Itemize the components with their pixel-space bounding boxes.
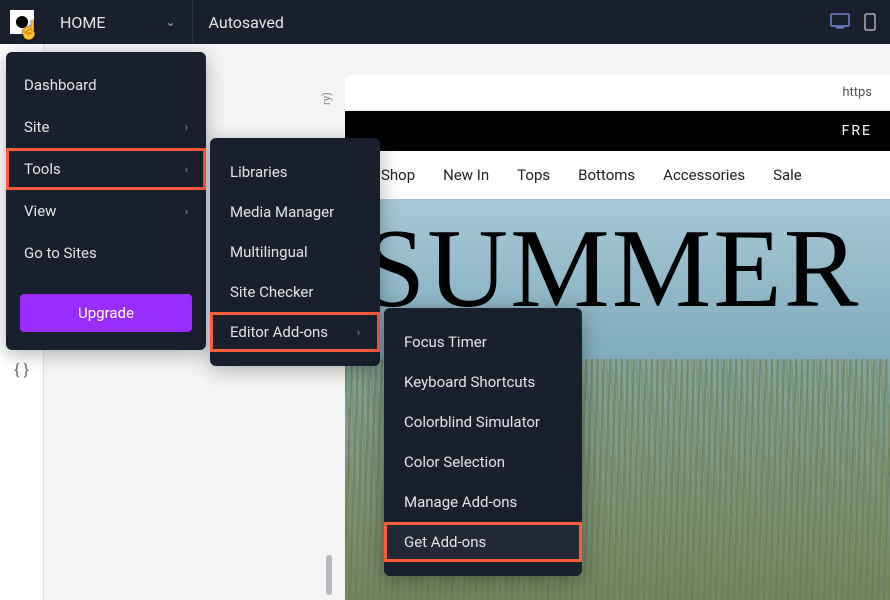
main-dropdown-menu: Dashboard Site › Tools › View › Go to Sites Upg… (6, 52, 206, 350)
addons-menu-item-focus-timer[interactable]: Focus Timer (384, 322, 582, 362)
menu-item-label: Site Checker (230, 283, 313, 301)
menu-item-label: Colorblind Simulator (404, 413, 540, 431)
tools-submenu: Libraries Media Manager Multilingual Site C… (210, 138, 380, 366)
preview-address-bar: https (345, 75, 890, 111)
autosaved-status: Autosaved (193, 13, 300, 32)
chevron-down-icon: ⌄ (165, 15, 175, 29)
menu-item-label: Manage Add-ons (404, 493, 517, 511)
menu-item-label: Media Manager (230, 203, 334, 221)
chevron-right-icon: › (357, 326, 360, 339)
upgrade-button[interactable]: Upgrade (20, 294, 192, 332)
menu-item-label: Keyboard Shortcuts (404, 373, 535, 391)
main-menu-item-site[interactable]: Site › (6, 106, 206, 148)
nav-item-shop[interactable]: Shop (381, 166, 415, 184)
nav-item-sale[interactable]: Sale (773, 166, 802, 184)
addons-menu-item-colorblind-simulator[interactable]: Colorblind Simulator (384, 402, 582, 442)
main-menu-item-go-to-sites[interactable]: Go to Sites (6, 232, 206, 274)
nav-item-tops[interactable]: Tops (517, 166, 550, 184)
code-braces-icon[interactable]: { } (14, 360, 29, 379)
chevron-right-icon: › (185, 121, 188, 134)
nav-item-bottoms[interactable]: Bottoms (578, 166, 635, 184)
menu-item-label: Tools (24, 160, 61, 178)
mobile-icon[interactable] (864, 13, 876, 31)
chevron-right-icon: › (185, 205, 188, 218)
menu-item-label: Libraries (230, 163, 288, 181)
tools-menu-item-editor-add-ons[interactable]: Editor Add-ons › (210, 312, 380, 352)
desktop-icon[interactable] (830, 13, 850, 29)
promo-strip: FRE (345, 111, 890, 151)
nav-item-accessories[interactable]: Accessories (663, 166, 745, 184)
tools-menu-item-libraries[interactable]: Libraries (210, 152, 380, 192)
menu-item-label: Get Add-ons (404, 533, 486, 551)
panel-vertical-label: ry) (320, 92, 333, 105)
menu-item-label: Editor Add-ons (230, 323, 328, 341)
url-fragment: https (842, 85, 872, 100)
addons-menu-item-manage-add-ons[interactable]: Manage Add-ons (384, 482, 582, 522)
addons-menu-item-get-add-ons[interactable]: Get Add-ons (384, 522, 582, 562)
main-menu-item-tools[interactable]: Tools › (6, 148, 206, 190)
app-logo[interactable]: ☝ (0, 0, 44, 44)
device-switcher (830, 13, 890, 31)
site-nav: Shop New In Tops Bottoms Accessories Sal… (345, 151, 890, 199)
tools-menu-item-multilingual[interactable]: Multilingual (210, 232, 380, 272)
editor-addons-submenu: Focus Timer Keyboard Shortcuts Colorblind … (384, 308, 582, 576)
home-menu-button[interactable]: HOME ⌄ (44, 0, 193, 44)
addons-menu-item-keyboard-shortcuts[interactable]: Keyboard Shortcuts (384, 362, 582, 402)
menu-item-label: Site (24, 118, 49, 136)
tools-menu-item-media-manager[interactable]: Media Manager (210, 192, 380, 232)
scrollbar-thumb[interactable] (326, 555, 332, 595)
promo-text: FRE (842, 123, 872, 139)
menu-item-label: Color Selection (404, 453, 505, 471)
menu-item-label: Go to Sites (24, 244, 97, 262)
main-menu-item-view[interactable]: View › (6, 190, 206, 232)
main-menu-item-dashboard[interactable]: Dashboard (6, 64, 206, 106)
nav-item-newin[interactable]: New In (443, 166, 489, 184)
tools-menu-item-site-checker[interactable]: Site Checker (210, 272, 380, 312)
chevron-right-icon: › (185, 163, 188, 176)
menu-item-label: View (24, 202, 56, 220)
menu-item-label: Focus Timer (404, 333, 487, 351)
menu-item-label: Dashboard (24, 76, 97, 94)
topbar: ☝ HOME ⌄ Autosaved (0, 0, 890, 44)
menu-item-label: Multilingual (230, 243, 308, 261)
home-label: HOME (60, 13, 105, 32)
addons-menu-item-color-selection[interactable]: Color Selection (384, 442, 582, 482)
